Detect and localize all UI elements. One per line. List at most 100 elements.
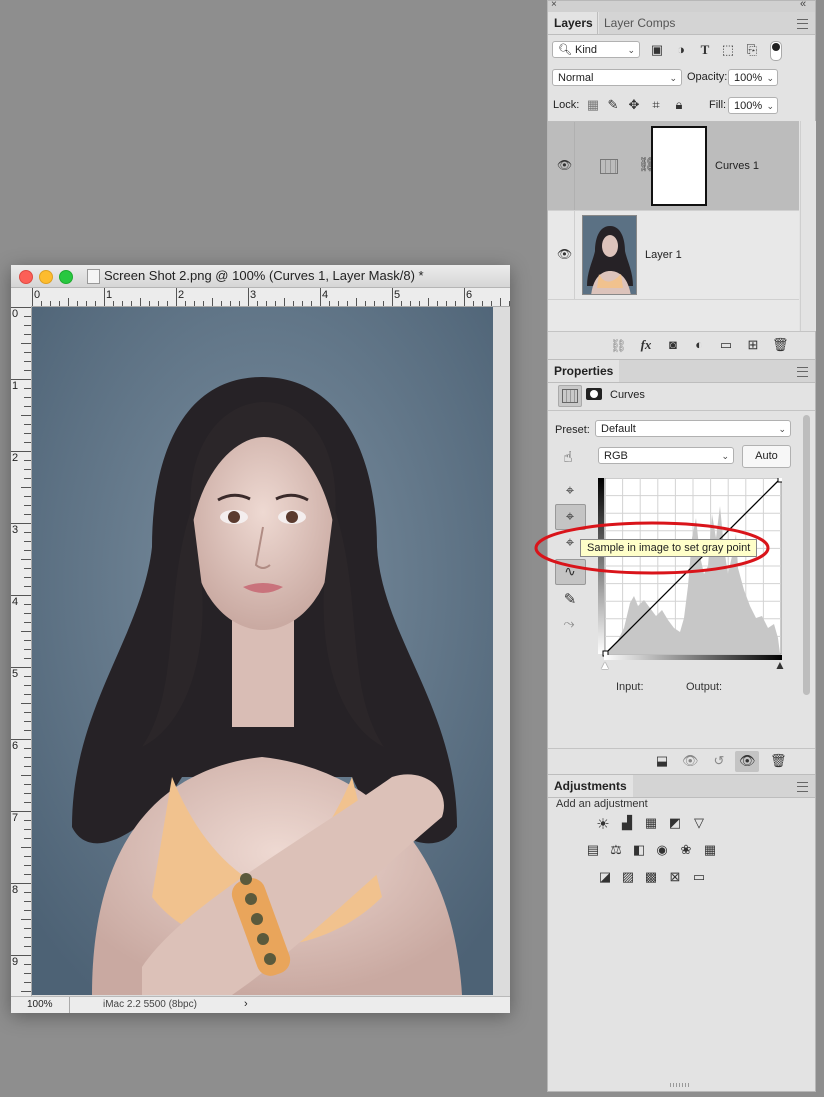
new-group-folder-icon[interactable]: ▭ bbox=[718, 337, 734, 353]
draw-pencil-icon[interactable]: ✎ bbox=[562, 590, 578, 608]
minimize-window-button[interactable] bbox=[39, 270, 53, 284]
toggle-visibility-button[interactable]: 👁︎ bbox=[735, 751, 759, 772]
panel-menu-icon[interactable] bbox=[797, 782, 808, 792]
delete-layer-trash-icon[interactable]: 🗑︎ bbox=[772, 337, 789, 353]
ruler-v-label: 0 bbox=[12, 308, 19, 320]
collapse-panels-icon[interactable]: « bbox=[800, 0, 806, 10]
ruler-h-label: 0 bbox=[34, 289, 41, 301]
lock-artboard-icon[interactable]: ⌗ bbox=[648, 97, 664, 113]
opacity-field[interactable]: 100% ⌄ bbox=[728, 69, 778, 86]
add-mask-icon[interactable]: ◙ bbox=[665, 337, 681, 352]
exposure-icon[interactable]: ◩ bbox=[667, 815, 683, 831]
layer-style-fx-icon[interactable]: fx bbox=[638, 337, 654, 353]
document-proxy-icon[interactable] bbox=[87, 269, 100, 284]
vertical-scrollbar[interactable] bbox=[495, 307, 510, 995]
channel-select[interactable]: RGB ⌄ bbox=[598, 447, 734, 464]
tab-layer-comps[interactable]: Layer Comps bbox=[597, 12, 681, 34]
document-canvas[interactable] bbox=[32, 307, 493, 995]
filter-toggle-switch[interactable] bbox=[770, 41, 782, 61]
posterize-icon[interactable]: ▨ bbox=[620, 869, 636, 885]
preset-select[interactable]: Default ⌄ bbox=[595, 420, 791, 437]
opacity-label: Opacity: bbox=[687, 71, 728, 83]
input-label: Input: bbox=[616, 681, 644, 693]
auto-button[interactable]: Auto bbox=[742, 445, 791, 468]
filter-smart-objects-icon[interactable]: ⎘ bbox=[744, 42, 760, 58]
clip-to-layer-icon[interactable]: ⬓ bbox=[654, 753, 670, 769]
status-menu-chevron-icon[interactable]: › bbox=[244, 998, 248, 1010]
reset-adjustment-icon[interactable]: ↺ bbox=[711, 753, 727, 769]
zoom-level[interactable]: 100% bbox=[27, 999, 53, 1010]
delete-adjustment-trash-icon[interactable]: 🗑︎ bbox=[770, 753, 787, 769]
close-window-button[interactable] bbox=[19, 270, 33, 284]
ruler-v-label: 7 bbox=[12, 812, 19, 824]
layer-filter-kind[interactable]: 🔍︎ Kind ⌄ bbox=[552, 41, 640, 58]
visibility-eye-icon[interactable]: 👁︎ bbox=[557, 247, 572, 261]
scrollbar-thumb[interactable] bbox=[803, 415, 810, 695]
panel-menu-icon[interactable] bbox=[797, 367, 808, 377]
properties-scrollbar[interactable] bbox=[800, 411, 815, 751]
layer-name[interactable]: Layer 1 bbox=[645, 249, 682, 261]
fill-field[interactable]: 100% ⌄ bbox=[728, 97, 778, 114]
invert-icon[interactable]: ◪ bbox=[597, 869, 613, 885]
selective-color-icon[interactable]: ⊠ bbox=[667, 869, 683, 885]
layer-row-curves[interactable]: 👁︎ ⛓︎ Curves 1 bbox=[548, 122, 799, 211]
curves-adjustment-tab-icon[interactable] bbox=[558, 385, 582, 407]
layers-scrollbar[interactable] bbox=[800, 121, 816, 331]
filter-pixel-layers-icon[interactable]: ▣ bbox=[649, 42, 665, 58]
lock-transparent-pixels-icon[interactable]: ▦ bbox=[585, 97, 601, 113]
photo-filter-icon[interactable]: ◉ bbox=[654, 842, 670, 858]
smooth-curve-icon[interactable]: ⤳ bbox=[561, 615, 577, 632]
ruler-v-label: 6 bbox=[12, 740, 19, 752]
vertical-ruler[interactable]: 0 1 2 3 4 5 6 7 8 9 bbox=[11, 306, 32, 996]
lock-position-icon[interactable]: ✥ bbox=[626, 97, 642, 113]
ruler-origin[interactable] bbox=[11, 288, 32, 307]
lock-image-pixels-icon[interactable]: ✎ bbox=[605, 97, 621, 113]
chevron-down-icon: ⌄ bbox=[766, 73, 774, 83]
tab-layers[interactable]: Layers bbox=[548, 12, 599, 34]
hue-saturation-icon[interactable]: ▤ bbox=[585, 842, 601, 858]
color-balance-icon[interactable]: ⚖︎ bbox=[608, 842, 624, 858]
visibility-eye-icon[interactable]: 👁︎ bbox=[557, 158, 572, 172]
new-adjustment-layer-icon[interactable]: ◐ bbox=[691, 337, 707, 352]
white-point-slider-icon[interactable]: ▲ bbox=[774, 658, 786, 672]
link-layers-icon[interactable]: ⛓︎ bbox=[610, 338, 627, 354]
filter-adjustment-layers-icon[interactable]: ◑ bbox=[673, 42, 689, 57]
panel-menu-icon[interactable] bbox=[797, 19, 808, 29]
threshold-icon[interactable]: ▩ bbox=[643, 869, 659, 885]
layer-row-layer1[interactable]: 👁︎ Layer 1 bbox=[548, 211, 799, 300]
horizontal-ruler[interactable]: 0 1 2 3 4 5 6 bbox=[31, 288, 510, 307]
layer-thumbnail[interactable] bbox=[582, 215, 637, 295]
zoom-window-button[interactable] bbox=[59, 270, 73, 284]
color-profile-info: iMac 2.2 5500 (8bpc) bbox=[103, 999, 197, 1010]
brightness-contrast-icon[interactable]: ☀︎ bbox=[595, 815, 611, 833]
black-white-icon[interactable]: ◧ bbox=[631, 842, 647, 858]
resize-grip-icon[interactable] bbox=[670, 1083, 690, 1087]
new-layer-icon[interactable]: ⊞ bbox=[745, 337, 761, 353]
view-previous-state-icon[interactable]: 👁︎ bbox=[682, 753, 699, 769]
properties-tabbar: Properties bbox=[548, 359, 815, 383]
curves-icon[interactable]: ▦ bbox=[643, 815, 659, 831]
filter-type-layers-icon[interactable]: T bbox=[697, 42, 713, 58]
black-point-slider-icon[interactable]: ▲ bbox=[599, 658, 611, 672]
gradient-map-icon[interactable]: ▭ bbox=[691, 869, 707, 885]
tab-adjustments[interactable]: Adjustments bbox=[548, 775, 633, 797]
levels-icon[interactable]: ▟ bbox=[619, 815, 635, 831]
color-lookup-icon[interactable]: ▦ bbox=[702, 842, 718, 858]
channel-mixer-icon[interactable]: ❀ bbox=[678, 842, 694, 858]
mask-properties-icon[interactable] bbox=[586, 388, 602, 400]
close-panel-icon[interactable]: × bbox=[551, 0, 557, 10]
vibrance-icon[interactable]: ▽ bbox=[691, 815, 707, 831]
black-point-eyedropper-icon[interactable]: ⌖ bbox=[562, 482, 578, 499]
lock-all-icon[interactable]: 🔒︎ bbox=[671, 97, 687, 113]
tab-properties[interactable]: Properties bbox=[548, 360, 620, 382]
on-image-adjust-hand-icon[interactable]: ☝︎ bbox=[560, 448, 576, 466]
layer-mask-thumbnail[interactable] bbox=[651, 126, 707, 206]
blend-mode-select[interactable]: Normal ⌄ bbox=[552, 69, 682, 86]
layer-name[interactable]: Curves 1 bbox=[715, 160, 759, 172]
chevron-down-icon: ⌄ bbox=[766, 101, 774, 111]
chevron-down-icon: ⌄ bbox=[627, 45, 635, 55]
filter-shape-layers-icon[interactable]: ⬚ bbox=[720, 42, 736, 58]
ruler-h-label: 5 bbox=[394, 289, 401, 301]
panel-dock-header: × « bbox=[548, 0, 815, 12]
ruler-h-label: 2 bbox=[178, 289, 185, 301]
